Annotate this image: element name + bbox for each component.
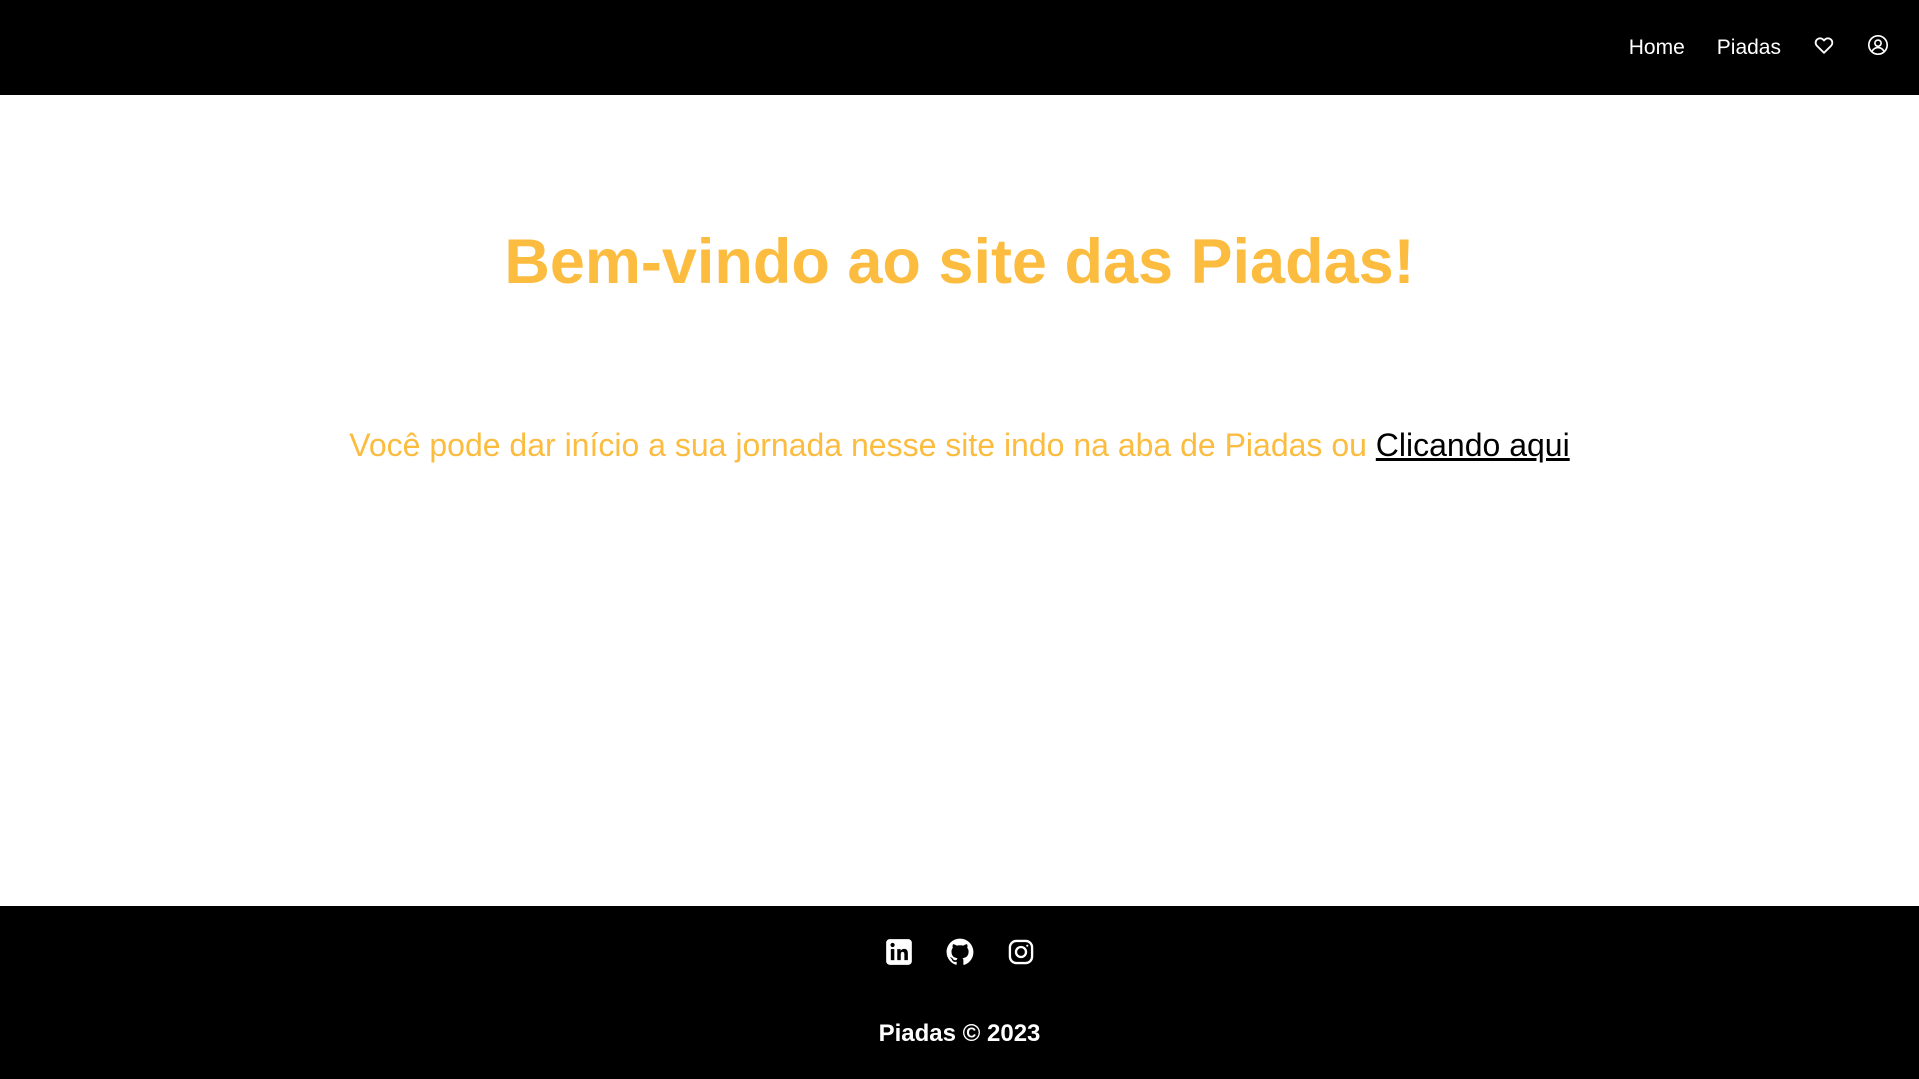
intro-paragraph: Você pode dar início a sua jornada nesse…	[0, 425, 1919, 467]
top-navbar: Home Piadas	[0, 0, 1919, 95]
main-nav: Home Piadas	[1629, 0, 1889, 95]
user-circle-icon[interactable]	[1867, 34, 1889, 56]
start-link[interactable]: Clicando aqui	[1376, 427, 1570, 463]
page: Home Piadas Bem-vindo ao site das Piadas…	[0, 0, 1919, 1079]
page-title: Bem-vindo ao site das Piadas!	[504, 227, 1415, 297]
github-icon[interactable]	[946, 938, 974, 966]
nav-home-link[interactable]: Home	[1629, 37, 1685, 58]
copyright-text: Piadas © 2023	[878, 1020, 1041, 1047]
intro-text: Você pode dar início a sua jornada nesse…	[349, 427, 1376, 463]
instagram-icon[interactable]	[1007, 938, 1035, 966]
social-links	[0, 938, 1919, 966]
heart-icon[interactable]	[1813, 34, 1835, 56]
footer: Piadas © 2023	[0, 906, 1919, 1079]
nav-piadas-link[interactable]: Piadas	[1717, 37, 1781, 58]
main-content: Bem-vindo ao site das Piadas! Você pode …	[0, 95, 1919, 906]
linkedin-icon[interactable]	[885, 938, 913, 966]
